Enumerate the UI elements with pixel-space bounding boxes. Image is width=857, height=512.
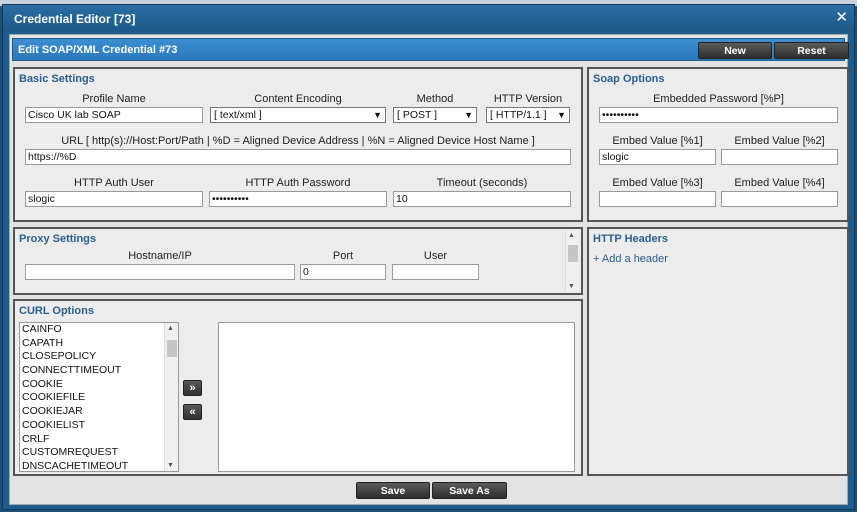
auth-user-input[interactable]: slogic bbox=[25, 191, 203, 207]
add-header-link[interactable]: + Add a header bbox=[593, 253, 668, 265]
curl-option-item[interactable]: COOKIEJAR bbox=[20, 405, 178, 419]
curl-option-item[interactable]: CAPATH bbox=[20, 337, 178, 351]
proxy-settings-title: Proxy Settings bbox=[19, 233, 97, 245]
proxy-hostname-input[interactable] bbox=[25, 264, 295, 280]
proxy-user-input[interactable] bbox=[392, 264, 479, 280]
save-as-button[interactable]: Save As bbox=[432, 482, 507, 499]
http-version-value: [ HTTP/1.1 ] bbox=[490, 109, 547, 121]
profile-name-input[interactable]: Cisco UK lab SOAP bbox=[25, 107, 203, 123]
http-version-label: HTTP Version bbox=[493, 93, 563, 105]
embed-value-1-label: Embed Value [%1] bbox=[612, 135, 703, 147]
http-version-select[interactable]: [ HTTP/1.1 ] ▼ bbox=[486, 107, 570, 123]
editor-body: Edit SOAP/XML Credential #73 New Reset B… bbox=[9, 34, 849, 505]
auth-user-label: HTTP Auth User bbox=[74, 177, 154, 189]
add-header-label: Add a header bbox=[601, 253, 668, 265]
add-curl-option-button[interactable]: » bbox=[183, 380, 202, 396]
embedded-password-label: Embedded Password [%P] bbox=[653, 93, 784, 105]
embed-value-2-label: Embed Value [%2] bbox=[734, 135, 825, 147]
curl-options-panel: CURL Options CAINFO CAPATH CLOSEPOLICY CONN… bbox=[13, 299, 583, 476]
content-encoding-value: [ text/xml ] bbox=[214, 109, 262, 121]
scroll-thumb[interactable] bbox=[167, 340, 177, 357]
url-input[interactable]: https://%D bbox=[25, 149, 571, 165]
plus-icon: + bbox=[593, 253, 600, 265]
chevron-down-icon: ▼ bbox=[557, 110, 566, 120]
curl-option-item[interactable]: CRLF bbox=[20, 433, 178, 447]
scroll-up-icon[interactable]: ▲ bbox=[167, 325, 174, 332]
curl-option-item[interactable]: COOKIEFILE bbox=[20, 391, 178, 405]
reset-button[interactable]: Reset bbox=[774, 42, 849, 59]
chevron-down-icon: ▼ bbox=[464, 110, 473, 120]
scroll-down-icon[interactable]: ▼ bbox=[167, 462, 174, 469]
embed-value-4-input[interactable] bbox=[721, 191, 838, 207]
scroll-up-icon[interactable]: ▲ bbox=[568, 232, 575, 239]
curl-option-item[interactable]: CONNECTTIMEOUT bbox=[20, 364, 178, 378]
proxy-settings-panel: Proxy Settings Hostname/IP Port 0 User ▲… bbox=[13, 227, 583, 295]
soap-options-title: Soap Options bbox=[593, 73, 665, 85]
window-title: Credential Editor [73] bbox=[14, 12, 136, 26]
embed-value-4-label: Embed Value [%4] bbox=[734, 177, 825, 189]
embed-value-1-input[interactable]: slogic bbox=[599, 149, 716, 165]
curl-option-item[interactable]: CUSTOMREQUEST bbox=[20, 446, 178, 460]
url-label: URL [ http(s)://Host:Port/Path | %D = Al… bbox=[61, 135, 535, 147]
proxy-user-label: User bbox=[423, 250, 448, 262]
http-headers-title: HTTP Headers bbox=[593, 233, 668, 245]
proxy-scrollbar[interactable]: ▲ ▼ bbox=[565, 231, 579, 291]
curl-options-title: CURL Options bbox=[19, 305, 94, 317]
title-bar: Credential Editor [73] ✕ bbox=[3, 5, 854, 32]
chevron-down-icon: ▼ bbox=[373, 110, 382, 120]
new-button[interactable]: New bbox=[698, 42, 772, 59]
method-select[interactable]: [ POST ] ▼ bbox=[393, 107, 477, 123]
remove-curl-option-button[interactable]: « bbox=[183, 404, 202, 420]
close-icon[interactable]: ✕ bbox=[835, 8, 848, 26]
embedded-password-input[interactable]: •••••••••• bbox=[599, 107, 838, 123]
auth-password-input[interactable]: •••••••••• bbox=[209, 191, 387, 207]
editor-header: Edit SOAP/XML Credential #73 New Reset bbox=[12, 38, 849, 61]
curl-option-item[interactable]: CLOSEPOLICY bbox=[20, 350, 178, 364]
save-button[interactable]: Save bbox=[356, 482, 430, 499]
content-encoding-select[interactable]: [ text/xml ] ▼ bbox=[210, 107, 386, 123]
method-label: Method bbox=[416, 93, 454, 105]
proxy-port-label: Port bbox=[332, 250, 354, 262]
method-value: [ POST ] bbox=[397, 109, 438, 121]
curl-options-items: CAINFO CAPATH CLOSEPOLICY CONNECTTIMEOUT COO… bbox=[20, 323, 178, 471]
scroll-down-icon[interactable]: ▼ bbox=[568, 283, 575, 290]
scroll-thumb[interactable] bbox=[568, 245, 578, 262]
http-headers-panel: HTTP Headers + Add a header bbox=[587, 227, 849, 476]
proxy-hostname-label: Hostname/IP bbox=[128, 250, 192, 262]
curl-option-item[interactable]: COOKIELIST bbox=[20, 419, 178, 433]
embed-value-3-label: Embed Value [%3] bbox=[612, 177, 703, 189]
curl-options-list[interactable]: CAINFO CAPATH CLOSEPOLICY CONNECTTIMEOUT COO… bbox=[19, 322, 179, 472]
editor-title: Edit SOAP/XML Credential #73 bbox=[18, 44, 178, 56]
curl-list-scrollbar[interactable]: ▲ ▼ bbox=[164, 323, 178, 471]
embed-value-3-input[interactable] bbox=[599, 191, 716, 207]
basic-settings-title: Basic Settings bbox=[19, 73, 95, 85]
selected-curl-options-list[interactable] bbox=[218, 322, 575, 472]
timeout-input[interactable]: 10 bbox=[393, 191, 571, 207]
timeout-label: Timeout (seconds) bbox=[436, 177, 528, 189]
basic-settings-panel: Basic Settings Profile Name Cisco UK lab… bbox=[13, 67, 583, 222]
curl-option-item[interactable]: CAINFO bbox=[20, 323, 178, 337]
credential-editor-window: Credential Editor [73] ✕ Edit SOAP/XML C… bbox=[2, 4, 855, 510]
curl-option-item[interactable]: COOKIE bbox=[20, 378, 178, 392]
proxy-port-input[interactable]: 0 bbox=[300, 264, 386, 280]
embed-value-2-input[interactable] bbox=[721, 149, 838, 165]
content-encoding-label: Content Encoding bbox=[254, 93, 342, 105]
profile-name-label: Profile Name bbox=[82, 93, 146, 105]
curl-option-item[interactable]: DNSCACHETIMEOUT bbox=[20, 460, 178, 471]
auth-password-label: HTTP Auth Password bbox=[245, 177, 351, 189]
soap-options-panel: Soap Options Embedded Password [%P] ••••… bbox=[587, 67, 849, 222]
